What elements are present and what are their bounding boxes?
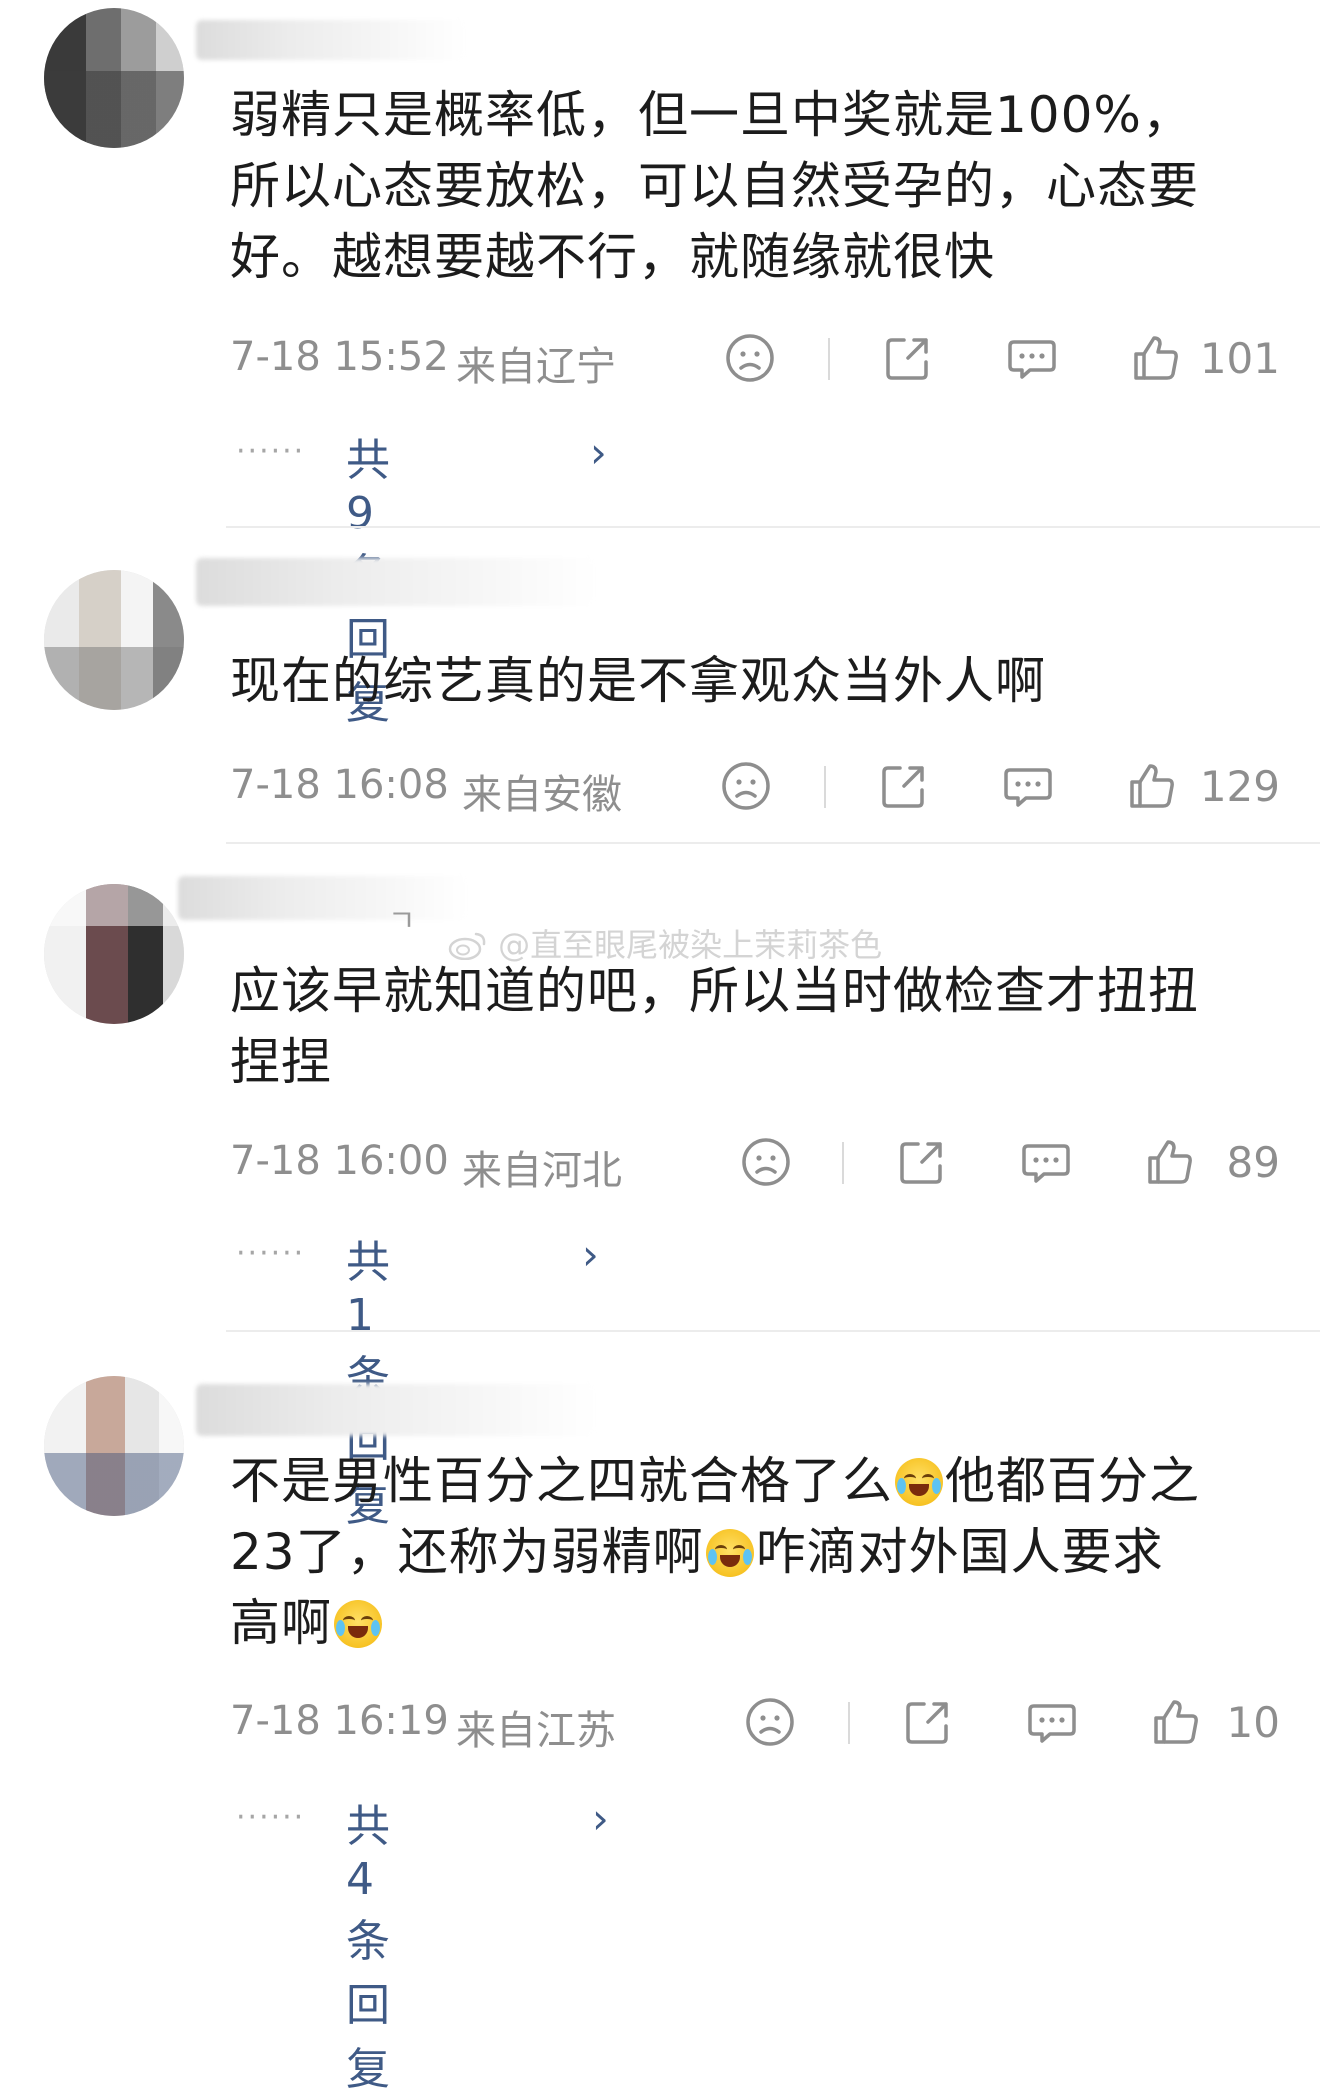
ellipsis-icon: ······	[236, 1236, 306, 1271]
watermark: @直至眼尾被染上茉莉茶色	[448, 920, 882, 966]
share-icon[interactable]	[882, 332, 934, 384]
like-count: 89	[1226, 1138, 1280, 1187]
comment-time: 7-18 16:08	[230, 762, 449, 808]
comment-text-part: 不是男性百分之四就合格了么	[230, 1452, 893, 1510]
comment-meta: 7-18 15:52 来自辽宁 101	[230, 326, 1280, 390]
watermark-text: @直至眼尾被染上茉莉茶色	[498, 926, 883, 964]
comment-bubble-icon[interactable]	[1026, 1696, 1078, 1748]
comment-divider	[226, 526, 1320, 528]
username-blurred[interactable]	[178, 876, 468, 920]
comment-bubble-icon[interactable]	[1006, 332, 1058, 384]
chevron-right-icon[interactable]: ›	[582, 1230, 599, 1279]
laugh-cry-emoji	[895, 1458, 943, 1506]
comment-location: 来自辽宁	[456, 344, 616, 390]
sad-face-icon[interactable]	[744, 1696, 796, 1748]
reply-count[interactable]: 共4条回复	[346, 1790, 390, 2097]
avatar[interactable]	[44, 8, 184, 148]
share-icon[interactable]	[896, 1136, 948, 1188]
share-icon[interactable]	[902, 1696, 954, 1748]
comment-meta: 7-18 16:00 来自河北 89	[230, 1130, 1280, 1194]
comment-location: 来自江苏	[456, 1708, 616, 1754]
laugh-cry-emoji	[705, 1529, 754, 1577]
divider	[848, 1702, 850, 1744]
divider	[842, 1142, 844, 1184]
chevron-right-icon[interactable]: ›	[592, 1794, 609, 1843]
username-blurred[interactable]	[196, 20, 466, 60]
avatar[interactable]	[44, 1376, 184, 1516]
username-blurred[interactable]	[196, 558, 596, 606]
comment-meta: 7-18 16:08 来自安徽 129	[230, 754, 1280, 818]
comment-meta: 7-18 16:19 来自江苏 10	[230, 1690, 1280, 1754]
sad-face-icon[interactable]	[724, 332, 776, 384]
comment-location: 来自安徽	[462, 772, 622, 818]
ellipsis-icon: ······	[236, 1800, 306, 1835]
comment-time: 7-18 16:00	[230, 1138, 449, 1184]
username-fragment: ㄱ	[388, 904, 416, 939]
avatar[interactable]	[44, 884, 184, 1024]
username-blurred[interactable]	[196, 1384, 596, 1436]
sad-face-icon[interactable]	[740, 1136, 792, 1188]
avatar[interactable]	[44, 570, 184, 710]
comment-time: 7-18 16:19	[230, 1698, 449, 1744]
comment-divider	[226, 842, 1320, 844]
comment-location: 来自河北	[462, 1148, 622, 1194]
sad-face-icon[interactable]	[720, 760, 772, 812]
chevron-right-icon[interactable]: ›	[590, 428, 607, 477]
laugh-cry-emoji	[334, 1600, 382, 1648]
comment-divider	[226, 1330, 1320, 1332]
divider	[824, 766, 826, 808]
comment-bubble-icon[interactable]	[1002, 760, 1054, 812]
comment-text: 弱精只是概率低，但一旦中奖就是100%， 所以心态要放松，可以自然受孕的，心态要…	[230, 86, 1199, 286]
like-count: 129	[1199, 762, 1280, 811]
comment-text: 应该早就知道的吧，所以当时做检查才扭扭 捏捏	[230, 962, 1199, 1091]
weibo-logo-icon	[448, 932, 486, 961]
comment-bubble-icon[interactable]	[1020, 1136, 1072, 1188]
ellipsis-icon: ······	[236, 434, 306, 469]
like-count: 101	[1199, 334, 1280, 383]
share-icon[interactable]	[878, 760, 930, 812]
divider	[828, 338, 830, 380]
comment-text: 不是男性百分之四就合格了么 他都百分之 23了，还称为弱精啊 咋滴对外国人要求 高啊	[230, 1446, 1280, 1659]
like-count: 10	[1226, 1698, 1280, 1747]
comment-time: 7-18 15:52	[230, 334, 449, 380]
comment-text: 现在的综艺真的是不拿观众当外人啊	[230, 652, 1046, 710]
